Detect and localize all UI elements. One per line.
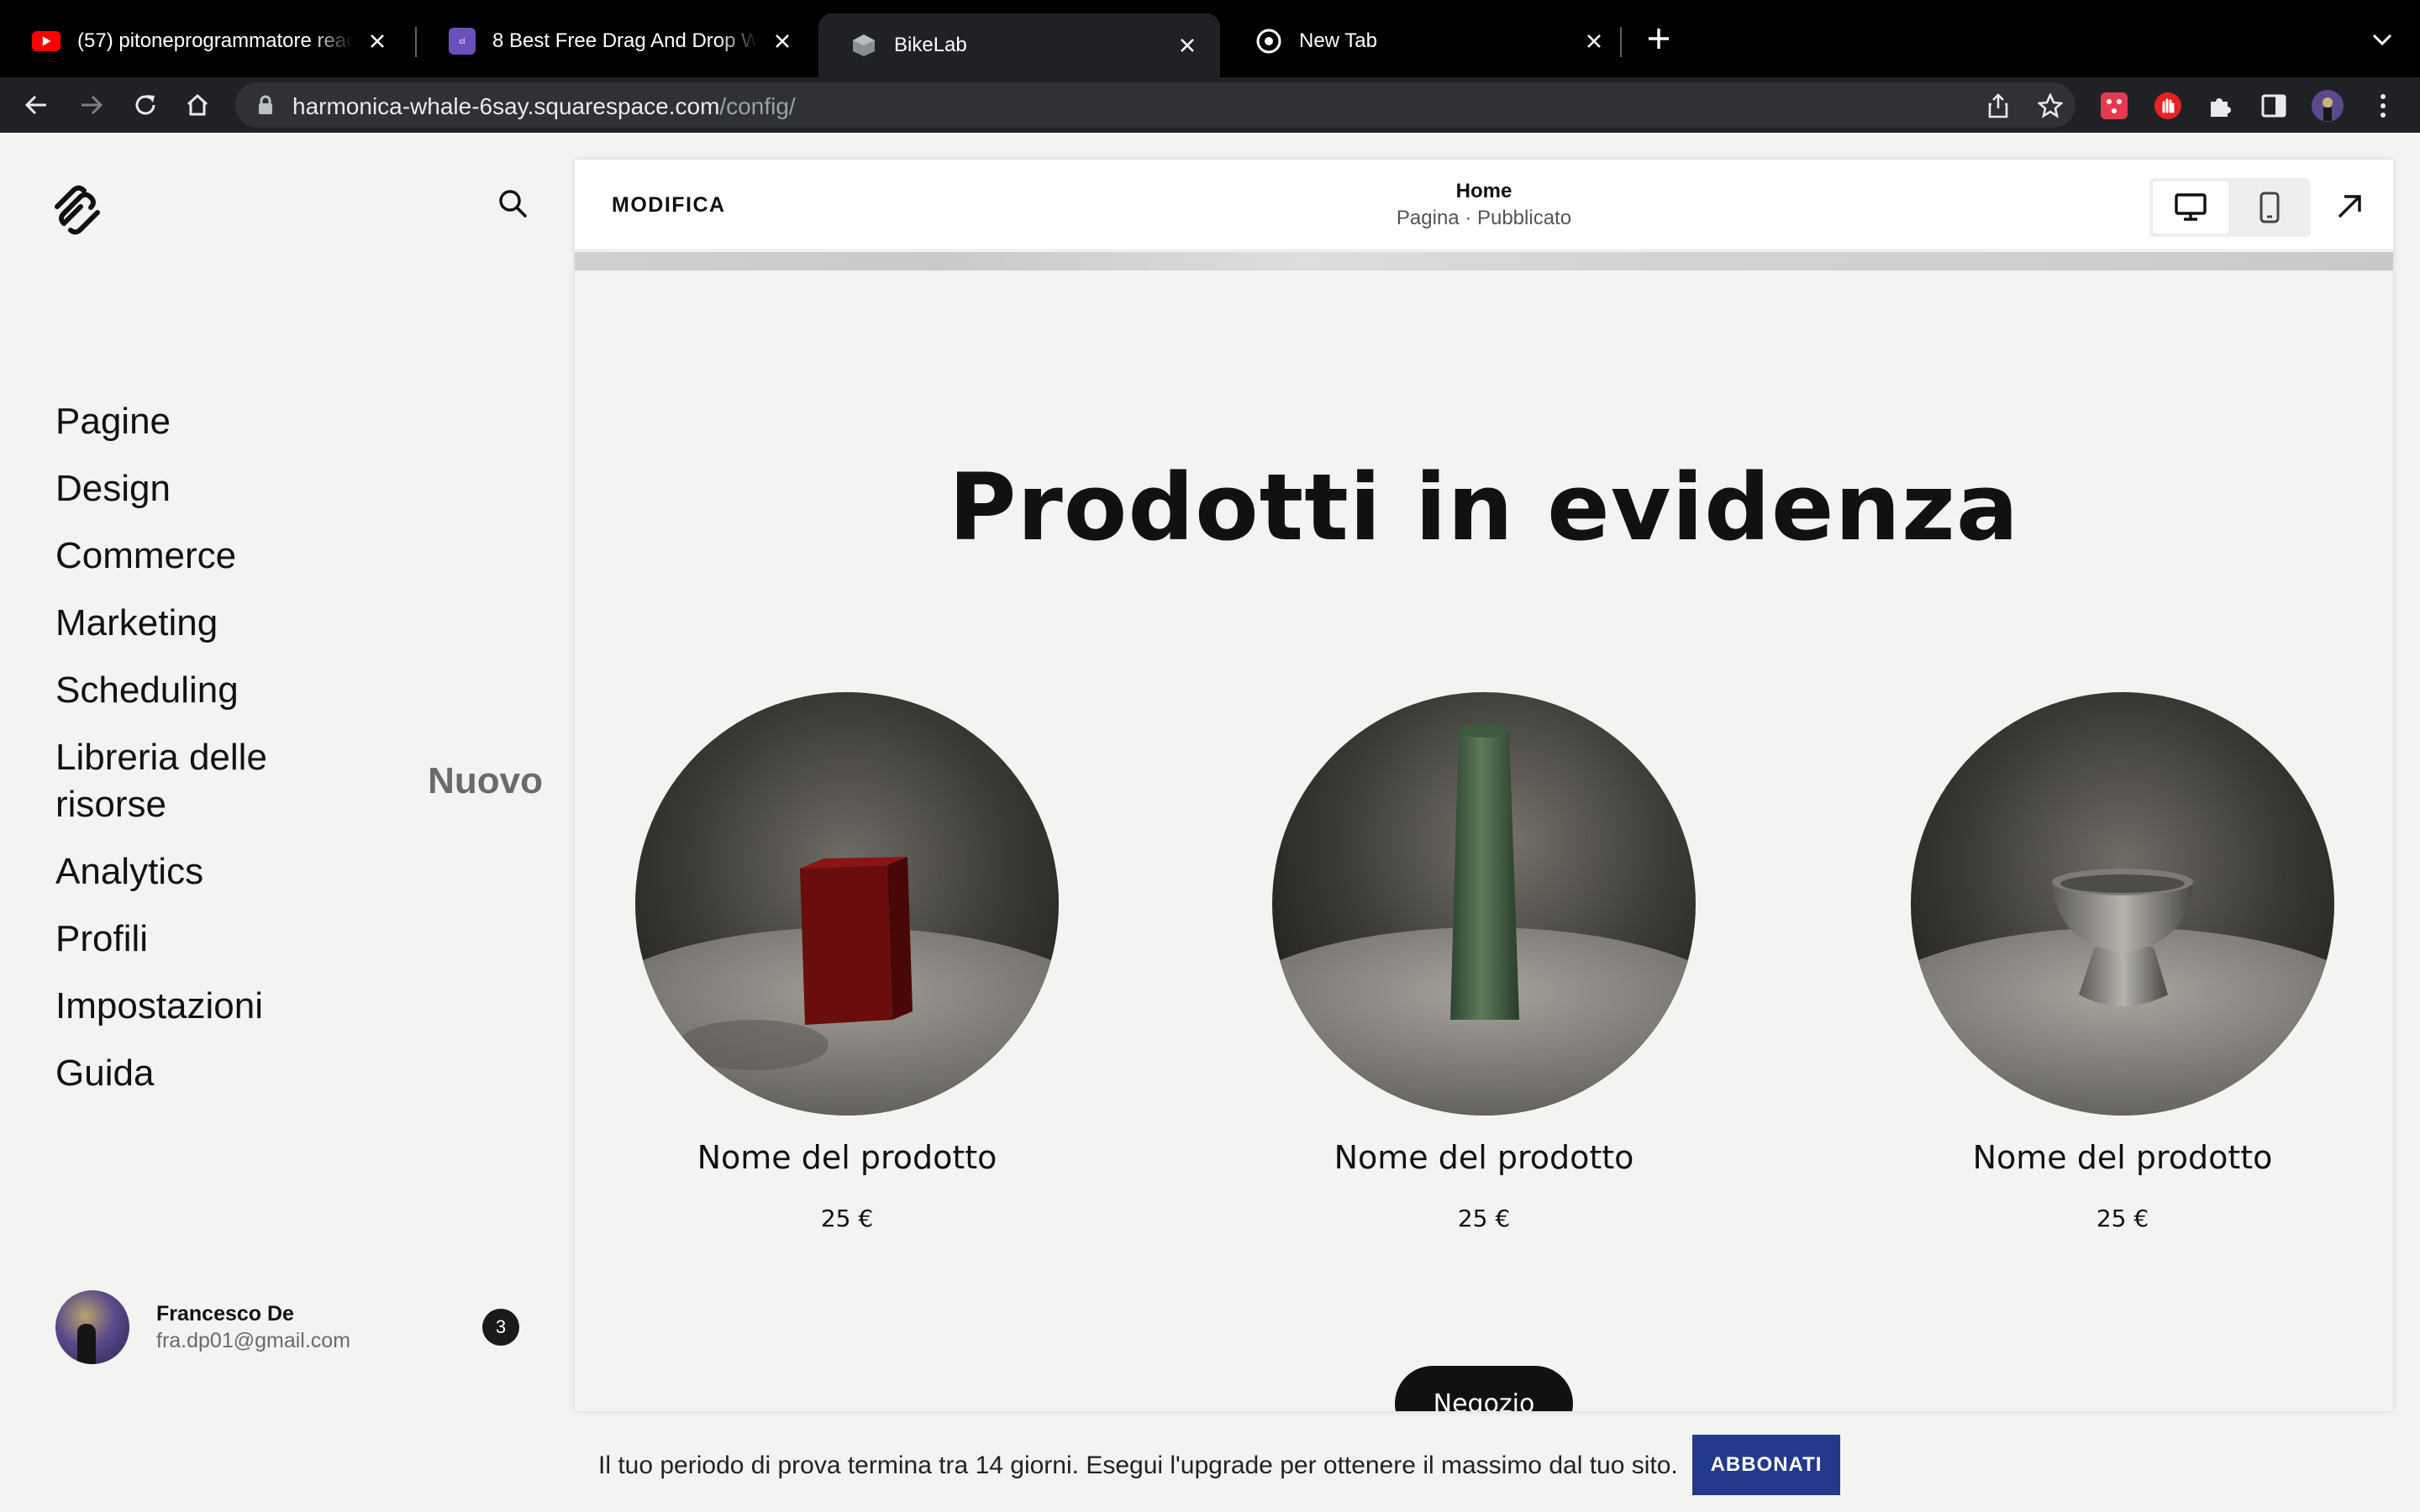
editor-header: MODIFICA Home Pagina · Pubblicato bbox=[575, 160, 2393, 250]
chrome-icon bbox=[1255, 28, 1282, 55]
colorlib-icon: cl bbox=[449, 28, 476, 55]
page-status: Pagina · Pubblicato bbox=[1396, 207, 1572, 229]
extension-red-icon[interactable] bbox=[2097, 89, 2131, 123]
mobile-view-icon[interactable] bbox=[2232, 181, 2307, 234]
tab-title: (57) pitoneprogrammatore reac bbox=[77, 29, 353, 52]
notification-count-badge[interactable]: 3 bbox=[482, 1309, 519, 1346]
bookmark-star-icon[interactable] bbox=[2037, 92, 2064, 119]
product-card[interactable]: Nome del prodotto 25 € bbox=[1272, 692, 1696, 1232]
tab-title: 8 Best Free Drag And Drop We bbox=[492, 29, 758, 52]
product-card[interactable]: Nome del prodotto 25 € bbox=[635, 692, 1059, 1232]
tab-divider bbox=[1620, 27, 1622, 57]
close-tab-icon[interactable] bbox=[365, 29, 390, 54]
browser-toolbar: harmonica-whale-6say.squarespace.com/con… bbox=[0, 77, 2420, 133]
home-icon[interactable] bbox=[178, 86, 217, 124]
close-tab-icon[interactable] bbox=[1175, 33, 1200, 58]
sidebar-item-label: Impostazioni bbox=[55, 985, 264, 1026]
sidebar-item-scheduling[interactable]: Scheduling bbox=[55, 667, 543, 714]
shop-button[interactable]: Negozio bbox=[1395, 1366, 1573, 1411]
sidebar-item-label: Pagine bbox=[55, 401, 171, 442]
sidebar-item-marketing[interactable]: Marketing bbox=[55, 600, 543, 647]
new-tab-plus-icon[interactable] bbox=[1642, 22, 1676, 55]
sidebar-item-commerce[interactable]: Commerce bbox=[55, 533, 543, 580]
config-sidebar: Pagine Design Commerce Marketing Schedul… bbox=[0, 133, 575, 1512]
site-preview-frame: MODIFICA Home Pagina · Pubblicato Prodot… bbox=[575, 160, 2393, 1411]
sidebar-item-guida[interactable]: Guida bbox=[55, 1050, 543, 1097]
search-icon[interactable] bbox=[497, 188, 528, 223]
sidebar-item-label: Scheduling bbox=[55, 669, 239, 711]
user-email: fra.dp01@gmail.com bbox=[156, 1329, 351, 1352]
close-tab-icon[interactable] bbox=[1581, 29, 1607, 54]
youtube-icon bbox=[32, 31, 60, 51]
squarespace-icon bbox=[850, 32, 877, 59]
sidebar-nav: Pagine Design Commerce Marketing Schedul… bbox=[55, 398, 543, 1117]
sidebar-item-label: Analytics bbox=[55, 851, 204, 892]
section-heading: Prodotti in evidenza bbox=[948, 454, 2020, 561]
squarespace-logo-icon[interactable] bbox=[50, 183, 104, 241]
reload-icon[interactable] bbox=[126, 86, 165, 124]
url-text: harmonica-whale-6say.squarespace.com/con… bbox=[292, 93, 796, 119]
sidebar-item-design[interactable]: Design bbox=[55, 465, 543, 512]
product-image-green-vase bbox=[1272, 692, 1696, 1116]
trial-banner: Il tuo periodo di prova termina tra 14 g… bbox=[0, 1420, 2420, 1512]
sidebar-item-label: Libreria delle risorse bbox=[55, 737, 267, 825]
sidebar-item-label: Design bbox=[55, 468, 171, 509]
user-name: Francesco De bbox=[156, 1302, 294, 1326]
sidebar-item-label: Profili bbox=[55, 918, 149, 959]
sidebar-item-label: Commerce bbox=[55, 535, 237, 576]
subscribe-button[interactable]: ABBONATI bbox=[1692, 1435, 1840, 1495]
product-image-red-box bbox=[635, 692, 1059, 1116]
browser-tab-newtab[interactable]: New Tab bbox=[1223, 13, 1627, 69]
header-image-strip bbox=[575, 252, 2393, 270]
address-bar[interactable]: harmonica-whale-6say.squarespace.com/con… bbox=[235, 82, 2075, 128]
sidebar-item-label: Marketing bbox=[55, 602, 218, 643]
lock-icon bbox=[257, 95, 274, 119]
product-price: 25 € bbox=[2096, 1205, 2149, 1232]
share-icon[interactable] bbox=[1985, 92, 2012, 119]
close-tab-icon[interactable] bbox=[770, 29, 795, 54]
sidebar-item-pagine[interactable]: Pagine bbox=[55, 398, 543, 445]
browser-menu-icon[interactable] bbox=[2366, 89, 2400, 123]
tab-search-chevron-icon[interactable] bbox=[2368, 25, 2396, 54]
browser-tab-colorlib[interactable]: cl 8 Best Free Drag And Drop We bbox=[417, 13, 815, 69]
product-price: 25 € bbox=[1457, 1205, 1511, 1232]
side-panel-icon[interactable] bbox=[2257, 89, 2291, 123]
sidebar-item-analytics[interactable]: Analytics bbox=[55, 848, 543, 895]
tab-title: New Tab bbox=[1299, 29, 1377, 52]
product-card[interactable]: Nome del prodotto 25 € bbox=[1911, 692, 2334, 1232]
profile-avatar-icon[interactable] bbox=[2311, 89, 2344, 123]
trial-message: Il tuo periodo di prova termina tra 14 g… bbox=[598, 1452, 1678, 1479]
account-menu[interactable]: Francesco De fra.dp01@gmail.com 3 bbox=[55, 1290, 543, 1366]
browser-tab-bikelab[interactable]: BikeLab bbox=[818, 13, 1220, 77]
device-view-toggle bbox=[2149, 178, 2311, 237]
open-external-arrow-icon[interactable] bbox=[2331, 188, 2368, 225]
sidebar-item-profili[interactable]: Profili bbox=[55, 916, 543, 963]
back-arrow-icon[interactable] bbox=[17, 86, 55, 124]
sidebar-item-label: Guida bbox=[55, 1053, 155, 1094]
product-name: Nome del prodotto bbox=[1972, 1139, 2273, 1176]
new-badge: Nuovo bbox=[428, 760, 543, 801]
browser-tab-youtube[interactable]: (57) pitoneprogrammatore reac bbox=[0, 13, 410, 69]
forward-arrow-icon[interactable] bbox=[72, 86, 111, 124]
product-name: Nome del prodotto bbox=[1334, 1139, 1634, 1176]
tab-title: BikeLab bbox=[894, 34, 967, 56]
product-name: Nome del prodotto bbox=[697, 1139, 997, 1176]
adblock-hand-icon[interactable] bbox=[2151, 89, 2185, 123]
product-image-grey-bowl bbox=[1911, 692, 2334, 1116]
page-title: Home bbox=[1455, 180, 1512, 202]
browser-tab-strip: (57) pitoneprogrammatore reac cl 8 Best … bbox=[0, 0, 2420, 77]
extensions-puzzle-icon[interactable] bbox=[2203, 89, 2237, 123]
sidebar-item-impostazioni[interactable]: Impostazioni bbox=[55, 983, 543, 1030]
avatar bbox=[55, 1290, 129, 1364]
product-price: 25 € bbox=[820, 1205, 874, 1232]
sidebar-item-libreria-risorse[interactable]: Libreria delle risorse Nuovo bbox=[55, 734, 543, 828]
desktop-view-icon[interactable] bbox=[2153, 181, 2228, 234]
